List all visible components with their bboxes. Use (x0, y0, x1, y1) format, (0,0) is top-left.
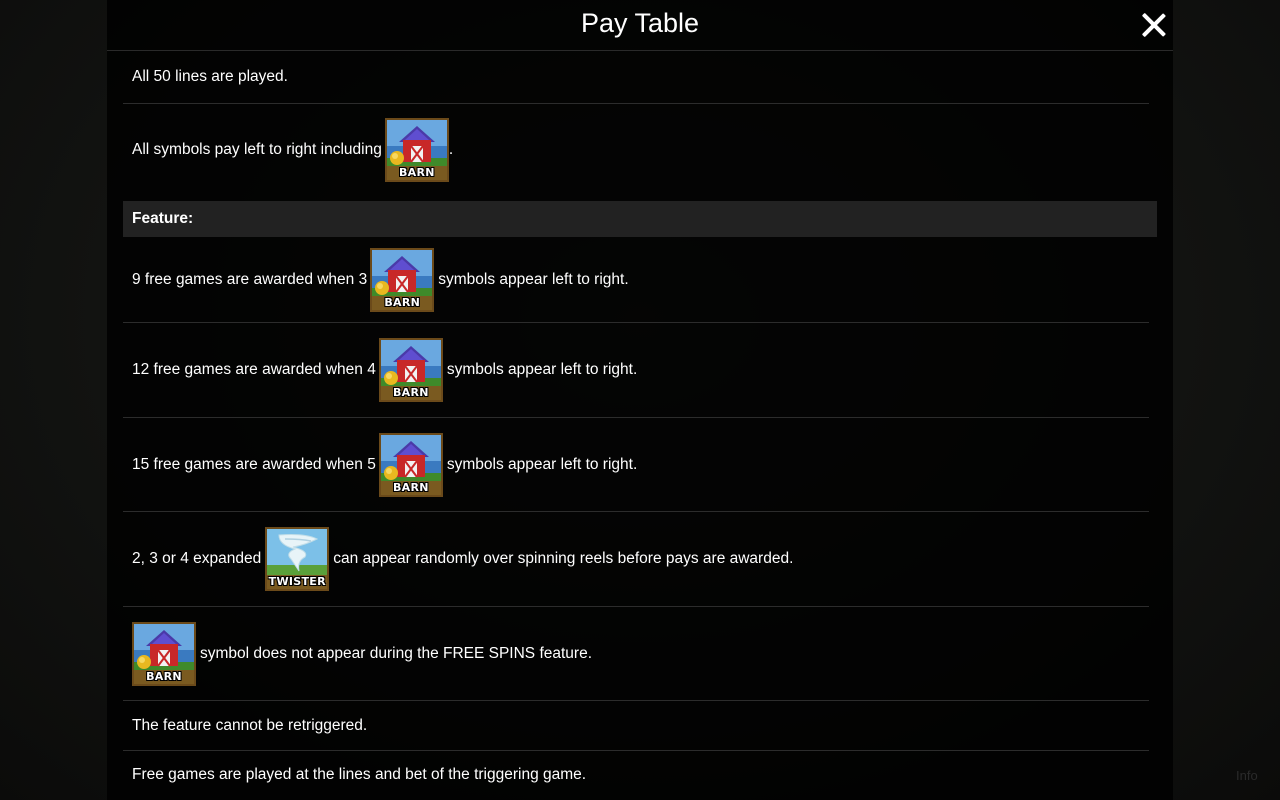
barn-symbol-icon: BARN (378, 338, 443, 402)
twister-text: 2, 3 or 4 expanded (132, 550, 262, 567)
pay-direction-row: All symbols pay left to right including … (123, 104, 1149, 196)
pay-table-header: Pay Table (107, 0, 1173, 51)
no-retrigger-row: The feature cannot be retriggered. (123, 701, 1149, 751)
page-title: Pay Table (580, 8, 700, 38)
free-games-3-suffix: symbols appear left to right. (438, 270, 629, 288)
pay-direction-text: All symbols pay left to right including (132, 141, 382, 158)
barn-symbol-icon: BARN (132, 621, 196, 686)
lines-played-text: All 50 lines are played. (132, 68, 288, 85)
barn-symbol-label: BARN (398, 166, 435, 179)
barn-symbol-icon: BARN (378, 432, 443, 497)
barn-symbol-icon: BARN (370, 247, 435, 312)
feature-heading: Feature: (123, 201, 1157, 237)
barn-free-spins-row: BARN symbol does not appear during the F… (123, 607, 1149, 701)
twister-symbol-icon: TWISTER (265, 527, 330, 591)
barn-symbol-label: BARN (146, 669, 182, 683)
twister-row: 2, 3 or 4 expanded TWISTER can appear ra… (123, 512, 1149, 607)
free-games-5-text: 15 free games are awarded when 5 (132, 455, 376, 473)
lines-played-row: All 50 lines are played. (123, 51, 1149, 104)
close-icon[interactable] (1139, 10, 1169, 40)
barn-symbol-label: BARN (392, 386, 429, 399)
free-games-5-suffix: symbols appear left to right. (446, 455, 638, 473)
free-games-3-text: 9 free games are awarded when 3 (132, 270, 368, 288)
twister-symbol-label: TWISTER (268, 575, 326, 588)
free-games-4-suffix: symbols appear left to right. (446, 361, 638, 378)
free-games-3-row: 9 free games are awarded when 3 BARN sym… (123, 237, 1149, 323)
barn-symbol-label: BARN (392, 480, 429, 494)
twister-suffix: can appear randomly over spinning reels … (333, 550, 794, 567)
info-corner-label: Info (1236, 768, 1258, 783)
free-games-4-row: 12 free games are awarded when 4 BARN sy… (123, 323, 1149, 418)
free-games-5-row: 15 free games are awarded when 5 BARN sy… (123, 418, 1149, 512)
free-games-4-text: 12 free games are awarded when 4 (132, 361, 376, 378)
lines-and-bet-text: Free games are played at the lines and b… (132, 766, 587, 783)
barn-free-spins-text: symbol does not appear during the FREE S… (200, 644, 593, 662)
pay-direction-suffix: . (448, 141, 454, 158)
no-retrigger-text: The feature cannot be retriggered. (132, 716, 368, 734)
barn-symbol-icon: BARN (384, 118, 449, 182)
barn-symbol-label: BARN (384, 295, 421, 309)
lines-and-bet-row: Free games are played at the lines and b… (123, 751, 1149, 799)
